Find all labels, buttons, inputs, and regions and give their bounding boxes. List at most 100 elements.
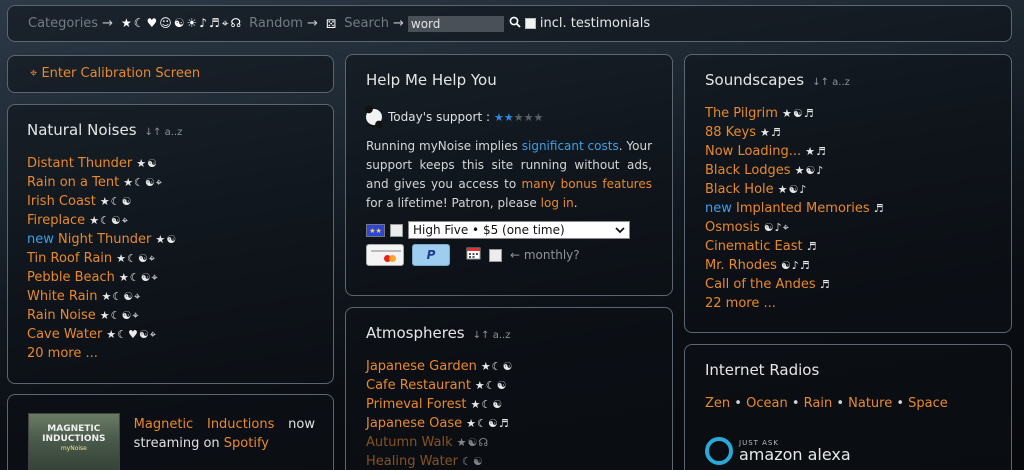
crosshair-icon: ⌖ (30, 66, 38, 81)
testimonials-checkbox[interactable] (524, 18, 536, 29)
new-badge: new (705, 201, 732, 216)
atmospheres-title: Atmospheres (366, 324, 465, 342)
feature-icons: ★☾☯⌖ (116, 252, 156, 265)
search-input[interactable] (407, 15, 504, 32)
sound-link[interactable]: Cinematic East (705, 239, 803, 254)
list-item: White Rain ★☾☯⌖ (27, 287, 333, 306)
sound-link[interactable]: Call of the Andes (705, 277, 816, 292)
sound-link[interactable]: Now Loading... (705, 144, 801, 159)
sound-link[interactable]: Night Thunder (58, 232, 151, 247)
magnetic-link[interactable]: Magnetic Inductions (134, 417, 275, 432)
calibration-link[interactable]: Enter Calibration Screen (41, 66, 200, 81)
support-label: Today's support : (388, 110, 490, 124)
help-text-part: Running myNoise implies (366, 139, 522, 153)
sound-link[interactable]: Osmosis (705, 220, 760, 235)
album-subtitle: myNoise (60, 445, 87, 452)
spotify-link[interactable]: Spotify (224, 436, 269, 451)
sound-link[interactable]: Rain on a Tent (27, 175, 119, 190)
dice-icon[interactable]: ⚄ (326, 17, 338, 31)
sound-link[interactable]: Cave Water (27, 327, 102, 342)
feature-icons: ★☾☯ (474, 379, 508, 392)
soundscapes-list: The Pilgrim ★☯♬ 88 Keys ★♬ Now Loading... ★♬ B… (705, 104, 1011, 294)
album-cover-image[interactable]: MAGNETIC INDUCTIONS myNoise (28, 413, 120, 470)
radio-link-space[interactable]: Space (908, 396, 948, 411)
currency-checkbox[interactable] (390, 223, 403, 237)
sound-link[interactable]: Healing Water (366, 454, 458, 469)
sound-link[interactable]: Japanese Garden (366, 359, 477, 374)
sound-link[interactable]: Autumn Walk (366, 435, 453, 450)
list-item: Autumn Walk ★☯☊ (366, 433, 672, 452)
support-tier-select[interactable]: High Five • $5 (one time) (408, 221, 630, 239)
radio-link-zen[interactable]: Zen (705, 396, 730, 411)
feature-icons: ★☾☯⌖ (89, 214, 129, 227)
natural-more-link[interactable]: 20 more ... (27, 344, 333, 363)
feature-icons: ☯♪♬ (780, 259, 811, 272)
feature-icons: ★☾☯ (470, 398, 504, 411)
feature-icons: ★☾☯⌖ (123, 176, 163, 189)
sound-link[interactable]: Black Hole (705, 182, 774, 197)
credit-card-button[interactable] (366, 244, 404, 266)
feature-icons: ★☯ (155, 233, 178, 246)
feature-icons: ☯♪⌖ (763, 221, 790, 234)
feature-icons: ★☯♪ (794, 164, 825, 177)
sort-toggle[interactable]: ↓↑ a..z (145, 127, 183, 138)
list-item: Irish Coast ★☾☯ (27, 192, 333, 211)
alexa-text: JUST ASK amazon alexa (739, 439, 851, 463)
list-item: 88 Keys ★♬ (705, 123, 1011, 142)
sound-link[interactable]: 88 Keys (705, 125, 756, 140)
help-text-part: for a lifetime! Patron, please (366, 196, 541, 210)
separator: • (787, 396, 804, 411)
list-item: Rain Noise ★☾☯⌖ (27, 306, 333, 325)
atmospheres-panel: Atmospheres ↓↑ a..z Japanese Garden ★☾☯ Ca… (345, 307, 673, 470)
sound-link[interactable]: The Pilgrim (705, 106, 778, 121)
radio-link-ocean[interactable]: Ocean (746, 396, 788, 411)
help-title: Help Me Help You (366, 71, 497, 89)
sound-link[interactable]: Cafe Restaurant (366, 378, 471, 393)
magnifier-icon[interactable] (509, 16, 521, 31)
top-navigation-bar: Categories → ★☾♥☺☯☀♪♬⌖☊ Random → ⚄ Searc… (7, 5, 1012, 42)
calendar-icon (466, 246, 481, 264)
sound-link[interactable]: Tin Roof Rain (27, 251, 112, 266)
sound-link[interactable]: White Rain (27, 289, 98, 304)
payment-methods-row: P ← monthly? (366, 244, 652, 266)
monthly-checkbox[interactable] (489, 248, 502, 262)
sort-toggle[interactable]: ↓↑ a..z (473, 330, 511, 341)
list-item: Call of the Andes ♬ (705, 275, 1011, 294)
soundscapes-more-link[interactable]: 22 more ... (705, 294, 1011, 313)
sound-link[interactable]: Distant Thunder (27, 156, 132, 171)
sound-link[interactable]: Irish Coast (27, 194, 96, 209)
sad-face-icon: ●︵● (364, 104, 384, 130)
atmospheres-list: Japanese Garden ★☾☯ Cafe Restaurant ★☾☯ Prim… (366, 357, 672, 470)
chevron-down-icon (615, 226, 625, 233)
sound-link[interactable]: Black Lodges (705, 163, 791, 178)
sound-link[interactable]: Fireplace (27, 213, 85, 228)
list-item: Rain on a Tent ★☾☯⌖ (27, 173, 333, 192)
radio-link-nature[interactable]: Nature (848, 396, 892, 411)
list-item: Black Lodges ★☯♪ (705, 161, 1011, 180)
separator: • (730, 396, 747, 411)
alexa-badge[interactable]: JUST ASK amazon alexa (705, 437, 1011, 465)
list-item: Fireplace ★☾☯⌖ (27, 211, 333, 230)
sound-link[interactable]: Primeval Forest (366, 397, 467, 412)
costs-link[interactable]: significant costs (522, 139, 619, 153)
bonus-features-link[interactable]: many bonus features (522, 177, 652, 191)
feature-icons: ★☾☯⌖ (118, 271, 159, 284)
paypal-button[interactable]: P (412, 244, 450, 266)
euro-flag-icon[interactable]: ★★ (366, 223, 385, 237)
feature-icons: ★☾☯ (480, 360, 514, 373)
sound-link[interactable]: Mr. Rhodes (705, 258, 777, 273)
alexa-ring-icon (705, 437, 733, 465)
category-icons[interactable]: ★☾♥☺☯☀♪♬⌖☊ (121, 16, 243, 31)
sound-link[interactable]: Pebble Beach (27, 270, 115, 285)
sound-link[interactable]: Rain Noise (27, 308, 96, 323)
login-link[interactable]: log in (541, 196, 574, 210)
arrow-right-icon: → (306, 16, 318, 31)
categories-label[interactable]: Categories (28, 16, 98, 31)
sound-link[interactable]: Japanese Oase (366, 416, 462, 431)
sound-link[interactable]: Implanted Memories (736, 201, 870, 216)
list-item: Now Loading... ★♬ (705, 142, 1011, 161)
radio-link-rain[interactable]: Rain (804, 396, 833, 411)
random-label[interactable]: Random (249, 16, 303, 31)
list-item: new Night Thunder ★☯ (27, 230, 333, 249)
sort-toggle[interactable]: ↓↑ a..z (812, 77, 850, 88)
